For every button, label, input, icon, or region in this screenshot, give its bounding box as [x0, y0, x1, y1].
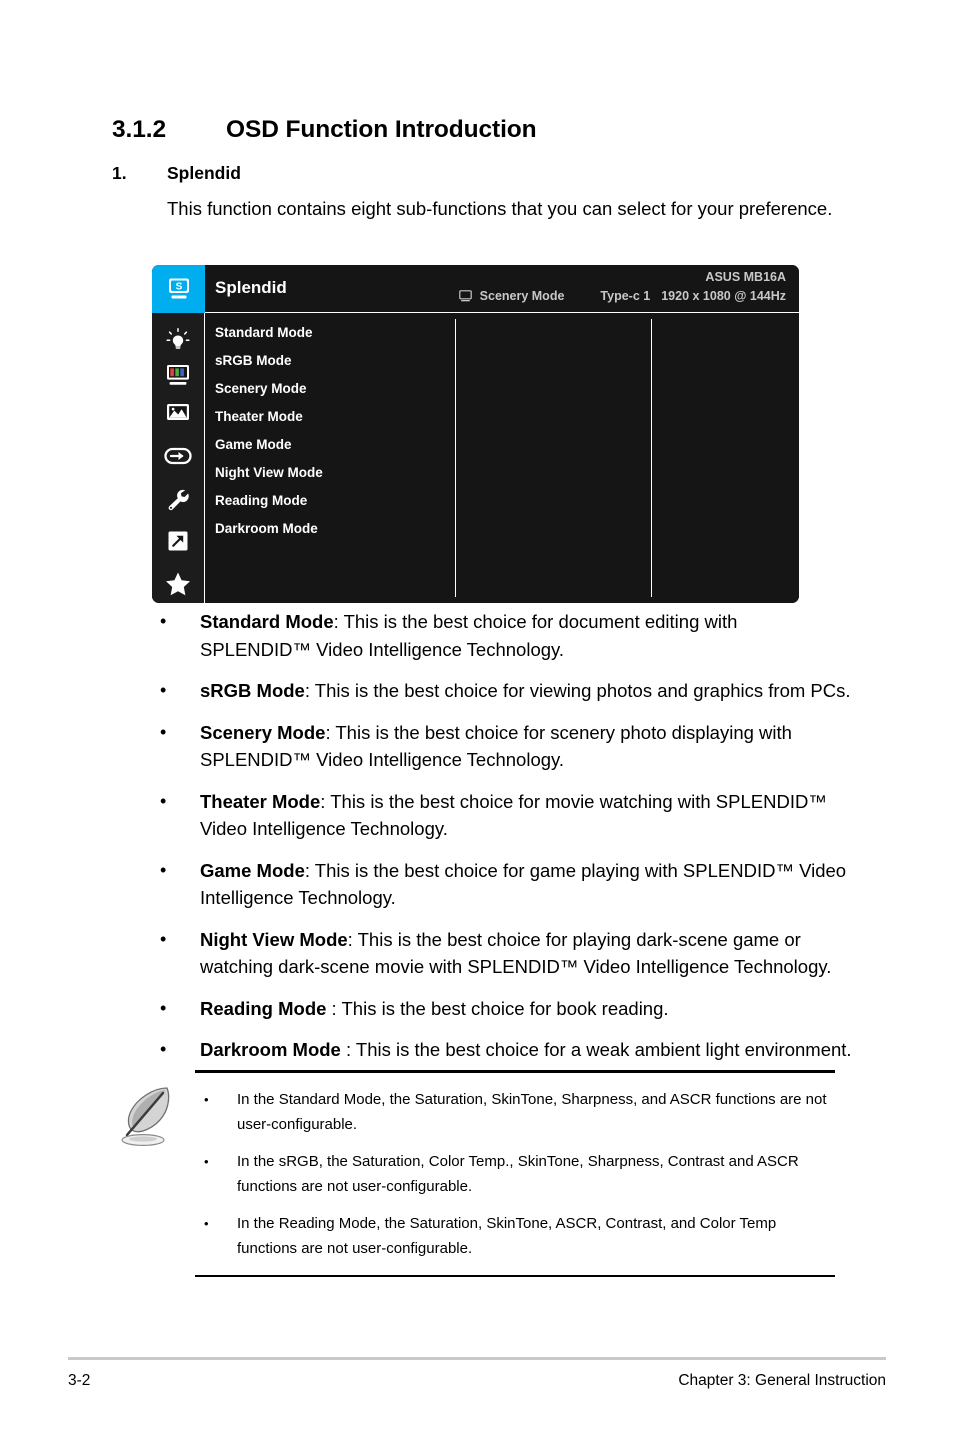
osd-menu-item-game[interactable]: Game Mode: [215, 437, 292, 452]
osd-menu-item-srgb[interactable]: sRGB Mode: [215, 353, 292, 368]
section-number: 3.1.2: [112, 116, 166, 143]
list-item: • Standard Mode: This is the best choice…: [152, 608, 852, 663]
bullet-marker: •: [160, 790, 167, 811]
bullet-marker: •: [160, 680, 167, 700]
osd-menu-item-night-view[interactable]: Night View Mode: [215, 465, 323, 480]
list-item: • Game Mode: This is the best choice for…: [152, 857, 852, 912]
osd-current-mode: Scenery Mode: [479, 289, 565, 303]
bullet-text: : This is the best choice for a weak amb…: [340, 1039, 852, 1060]
list-item-description: This function contains eight sub-functio…: [167, 198, 833, 219]
list-item: • Night View Mode: This is the best choi…: [152, 926, 852, 981]
bullet-marker: •: [204, 1215, 209, 1231]
monitor-icon: [458, 290, 472, 302]
osd-content-panel: Standard Mode sRGB Mode Scenery Mode The…: [205, 313, 799, 603]
footer-chapter: Chapter 3: General Instruction: [678, 1372, 886, 1389]
quill-pen-icon: [105, 1078, 185, 1158]
note-item: • In the Reading Mode, the Saturation, S…: [195, 1211, 835, 1261]
osd-column-divider-2: [651, 319, 652, 597]
bullet-marker: •: [160, 928, 167, 949]
shortcut-arrow-icon[interactable]: [152, 524, 204, 558]
osd-header: S Splendid ASUS MB16A Scenery Mode Type-…: [152, 265, 799, 313]
bullet-term: Game Mode: [200, 859, 305, 881]
osd-menu-item-reading[interactable]: Reading Mode: [215, 493, 307, 508]
list-item: • sRGB Mode: This is the best choice for…: [152, 677, 852, 705]
page-number: 3-2: [68, 1372, 91, 1389]
osd-menu-item-theater[interactable]: Theater Mode: [215, 409, 303, 424]
note-item: • In the sRGB, the Saturation, Color Tem…: [195, 1149, 835, 1199]
note-text: In the Standard Mode, the Saturation, Sk…: [237, 1090, 827, 1133]
mode-description-list: • Standard Mode : This is the best choice…: [152, 608, 852, 1078]
bullet-marker: •: [160, 611, 167, 631]
list-item: • Darkroom Mode : This is the best choic…: [152, 1036, 852, 1064]
splendid-monitor-icon: S: [152, 265, 205, 313]
bullet-text: : This is the best choice for viewing ph…: [304, 680, 851, 701]
bullet-term: sRGB Mode: [200, 680, 305, 701]
list-item: • Scenery Mode: This is the best choice …: [152, 719, 852, 774]
myfavorite-star-icon[interactable]: [152, 567, 204, 601]
section-title: OSD Function Introduction: [226, 116, 537, 143]
osd-menu-item-darkroom[interactable]: Darkroom Mode: [215, 521, 318, 536]
color-bars-icon[interactable]: [152, 359, 204, 393]
document-page: 3.1.2 OSD Function Introduction 1. Splendi…: [0, 0, 954, 1438]
osd-input-source: Type-c 1: [600, 289, 651, 303]
list-item-label: Splendid: [167, 163, 241, 183]
bullet-term: Night View Mode: [200, 928, 348, 950]
bullet-term: Reading Mode: [200, 997, 327, 1019]
osd-status-bar: Scenery Mode Type-c 1 1920 x 1080 @ 144H…: [458, 289, 786, 303]
osd-menu-item-scenery[interactable]: Scenery Mode: [215, 381, 307, 396]
system-wrench-icon[interactable]: [152, 483, 204, 517]
list-item: • Theater Mode: This is the best choice …: [152, 788, 852, 843]
bullet-marker: •: [160, 859, 167, 880]
image-picture-icon[interactable]: [152, 395, 204, 429]
svg-text:S: S: [175, 281, 182, 292]
bullet-term: Scenery Mode: [200, 721, 326, 743]
osd-menu-item-standard[interactable]: Standard Mode: [215, 325, 313, 340]
bluelight-bulb-icon[interactable]: [152, 323, 204, 357]
bullet-marker: •: [160, 997, 167, 1018]
input-select-icon[interactable]: [152, 439, 204, 473]
bullet-term: Darkroom Mode: [200, 1039, 341, 1060]
note-content: • In the Standard Mode, the Saturation, …: [195, 1073, 835, 1275]
page-title: 3.1.2 OSD Function Introduction: [112, 116, 872, 144]
osd-title: Splendid: [215, 278, 287, 297]
bullet-marker: •: [204, 1091, 209, 1107]
bullet-marker: •: [160, 1039, 167, 1059]
osd-resolution: 1920 x 1080 @ 144Hz: [661, 289, 786, 303]
note-text: In the Reading Mode, the Saturation, Ski…: [237, 1214, 777, 1257]
list-item-heading: 1. Splendid: [112, 163, 872, 184]
list-item: • Reading Mode : This is the best choice…: [152, 995, 852, 1023]
note-item: • In the Standard Mode, the Saturation, …: [195, 1087, 835, 1137]
note-text: In the sRGB, the Saturation, Color Temp.…: [237, 1152, 799, 1195]
osd-menu-figure: S Splendid ASUS MB16A Scenery Mode Type-…: [152, 265, 799, 603]
bullet-term: Standard Mode: [200, 611, 334, 632]
osd-sidebar: [152, 313, 205, 603]
bullet-marker: •: [204, 1153, 209, 1169]
osd-column-divider-1: [455, 319, 456, 597]
osd-model-label: ASUS MB16A: [705, 270, 786, 284]
bullet-marker: •: [160, 721, 167, 742]
bullet-term: Theater Mode: [200, 790, 321, 812]
footer-divider: [68, 1357, 886, 1360]
note-bottom-rule: [195, 1274, 835, 1277]
list-item-index: 1.: [112, 163, 127, 183]
bullet-text: : This is the best choice for book readi…: [326, 997, 669, 1019]
note-box: • In the Standard Mode, the Saturation, …: [121, 1070, 835, 1277]
